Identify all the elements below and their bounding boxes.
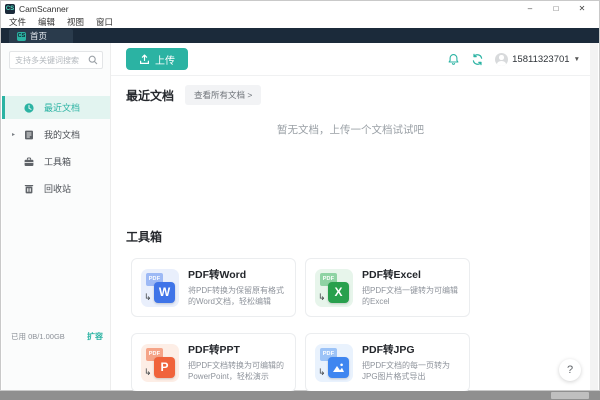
search-icon: [88, 55, 98, 65]
sidebar-item-label: 我的文档: [44, 128, 80, 141]
tab-home-label: 首页: [30, 30, 47, 42]
empty-state-text: 暂无文档，上传一个文档试试吧: [111, 122, 590, 137]
tabbar: CS 首页: [1, 28, 599, 43]
sidebar-item-toolbox[interactable]: 工具箱: [2, 150, 110, 173]
card-pdf-to-word[interactable]: PDF ↳ W PDF转Word 将PDF转换为保留原有格式的Word文档，轻松…: [131, 258, 296, 317]
notification-bell-icon[interactable]: [447, 53, 460, 66]
image-icon: [328, 357, 349, 378]
card-desc: 把PDF文档一键转为可编辑的Excel: [362, 285, 460, 307]
sidebar-item-recycle-bin[interactable]: 回收站: [2, 177, 110, 200]
close-button[interactable]: ✕: [569, 2, 595, 15]
word-letter-icon: W: [154, 282, 175, 303]
account-phone: 15811323701: [512, 54, 569, 65]
help-button[interactable]: ?: [559, 359, 581, 381]
pdf-to-excel-icon: PDF ↳ X: [315, 269, 353, 307]
app-window: CS CamScanner – □ ✕ 文件 编辑 视图 窗口 CS 首页: [0, 0, 600, 391]
tab-home[interactable]: CS 首页: [9, 29, 73, 43]
sidebar-nav: 最近文档 ▸ 我的文档 工具箱: [2, 96, 110, 200]
card-title: PDF转Word: [188, 267, 286, 282]
menubar: 文件 编辑 视图 窗口: [1, 15, 599, 28]
pdf-to-word-icon: PDF ↳ W: [141, 269, 179, 307]
bottom-strip: [0, 391, 600, 400]
menu-window[interactable]: 窗口: [96, 16, 113, 28]
upload-button-label: 上传: [155, 52, 175, 67]
sidebar-item-label: 最近文档: [44, 101, 80, 114]
toolbox-header: 工具箱: [126, 228, 162, 246]
card-desc: 将PDF转换为保留原有格式的Word文档，轻松编辑: [188, 285, 286, 307]
sync-icon[interactable]: [471, 53, 484, 66]
app-title: CamScanner: [19, 4, 69, 14]
clock-icon: [23, 102, 35, 114]
excel-letter-icon: X: [328, 282, 349, 303]
toolbar-right: 15811323701 ▼: [447, 53, 580, 66]
titlebar: CS CamScanner – □ ✕: [1, 1, 599, 15]
sidebar-item-my-docs[interactable]: ▸ 我的文档: [2, 123, 110, 146]
tab-logo-icon: CS: [17, 32, 26, 41]
maximize-button[interactable]: □: [543, 2, 569, 15]
horizontal-scrollbar-thumb[interactable]: [551, 392, 589, 399]
card-text: PDF转JPG 把PDF文档的每一页转为JPG图片格式导出: [362, 342, 460, 383]
document-icon: [23, 129, 35, 141]
upload-button[interactable]: 上传: [126, 48, 188, 70]
card-text: PDF转PPT 把PDF文档转换为可编辑的PowerPoint，轻松演示: [188, 342, 286, 383]
main-area: 上传 15811323701 ▼ 最近文档: [111, 43, 590, 390]
app-logo-icon: CS: [5, 4, 15, 14]
sidebar: 最近文档 ▸ 我的文档 工具箱: [2, 43, 111, 390]
convert-arrow-icon: ↳: [318, 293, 326, 302]
card-text: PDF转Word 将PDF转换为保留原有格式的Word文档，轻松编辑: [188, 267, 286, 308]
card-title: PDF转JPG: [362, 342, 460, 357]
vertical-scrollbar[interactable]: [590, 43, 598, 390]
toolbox-cards: PDF ↳ W PDF转Word 将PDF转换为保留原有格式的Word文档，轻松…: [131, 258, 470, 392]
card-desc: 把PDF文档转换为可编辑的PowerPoint，轻松演示: [188, 360, 286, 382]
screen: CS CamScanner – □ ✕ 文件 编辑 视图 窗口 CS 首页: [0, 0, 600, 400]
trash-icon: [23, 183, 35, 195]
sidebar-item-label: 回收站: [44, 182, 71, 195]
pdf-to-ppt-icon: PDF ↳ P: [141, 344, 179, 382]
convert-arrow-icon: ↳: [144, 293, 152, 302]
storage-expand-button[interactable]: 扩容: [87, 331, 103, 342]
card-pdf-to-ppt[interactable]: PDF ↳ P PDF转PPT 把PDF文档转换为可编辑的PowerPoint，…: [131, 333, 296, 392]
menu-file[interactable]: 文件: [9, 16, 26, 28]
window-controls: – □ ✕: [517, 2, 595, 15]
account-menu[interactable]: 15811323701 ▼: [495, 53, 580, 66]
expand-caret-icon[interactable]: ▸: [12, 131, 15, 138]
search-input[interactable]: [15, 56, 87, 65]
sidebar-item-label: 工具箱: [44, 155, 71, 168]
storage-row: 已用 0B/1.00GB 扩容: [11, 331, 103, 342]
convert-arrow-icon: ↳: [318, 368, 326, 377]
chevron-down-icon: ▼: [574, 56, 580, 63]
ppt-letter-icon: P: [154, 357, 175, 378]
card-title: PDF转Excel: [362, 267, 460, 282]
recent-docs-header: 最近文档 查看所有文档 >: [126, 85, 261, 105]
avatar: [495, 53, 508, 66]
menu-edit[interactable]: 编辑: [38, 16, 55, 28]
card-pdf-to-jpg[interactable]: PDF ↳ PDF转JPG 把PDF文档的每一页转为JPG图片格式导出: [305, 333, 470, 392]
upload-icon: [139, 54, 150, 65]
menu-view[interactable]: 视图: [67, 16, 84, 28]
sidebar-item-recent-docs[interactable]: 最近文档: [2, 96, 110, 119]
card-title: PDF转PPT: [188, 342, 286, 357]
main-toolbar: 上传 15811323701 ▼: [111, 43, 590, 76]
view-all-docs-button[interactable]: 查看所有文档 >: [185, 85, 261, 105]
toolbox-title: 工具箱: [126, 230, 162, 244]
storage-used-label: 已用 0B/1.00GB: [11, 331, 65, 342]
card-desc: 把PDF文档的每一页转为JPG图片格式导出: [362, 360, 460, 382]
card-pdf-to-excel[interactable]: PDF ↳ X PDF转Excel 把PDF文档一键转为可编辑的Excel: [305, 258, 470, 317]
recent-docs-title: 最近文档: [126, 87, 174, 104]
search-box[interactable]: [9, 51, 103, 69]
briefcase-icon: [23, 156, 35, 168]
pdf-to-jpg-icon: PDF ↳: [315, 344, 353, 382]
minimize-button[interactable]: –: [517, 2, 543, 15]
convert-arrow-icon: ↳: [144, 368, 152, 377]
card-text: PDF转Excel 把PDF文档一键转为可编辑的Excel: [362, 267, 460, 308]
